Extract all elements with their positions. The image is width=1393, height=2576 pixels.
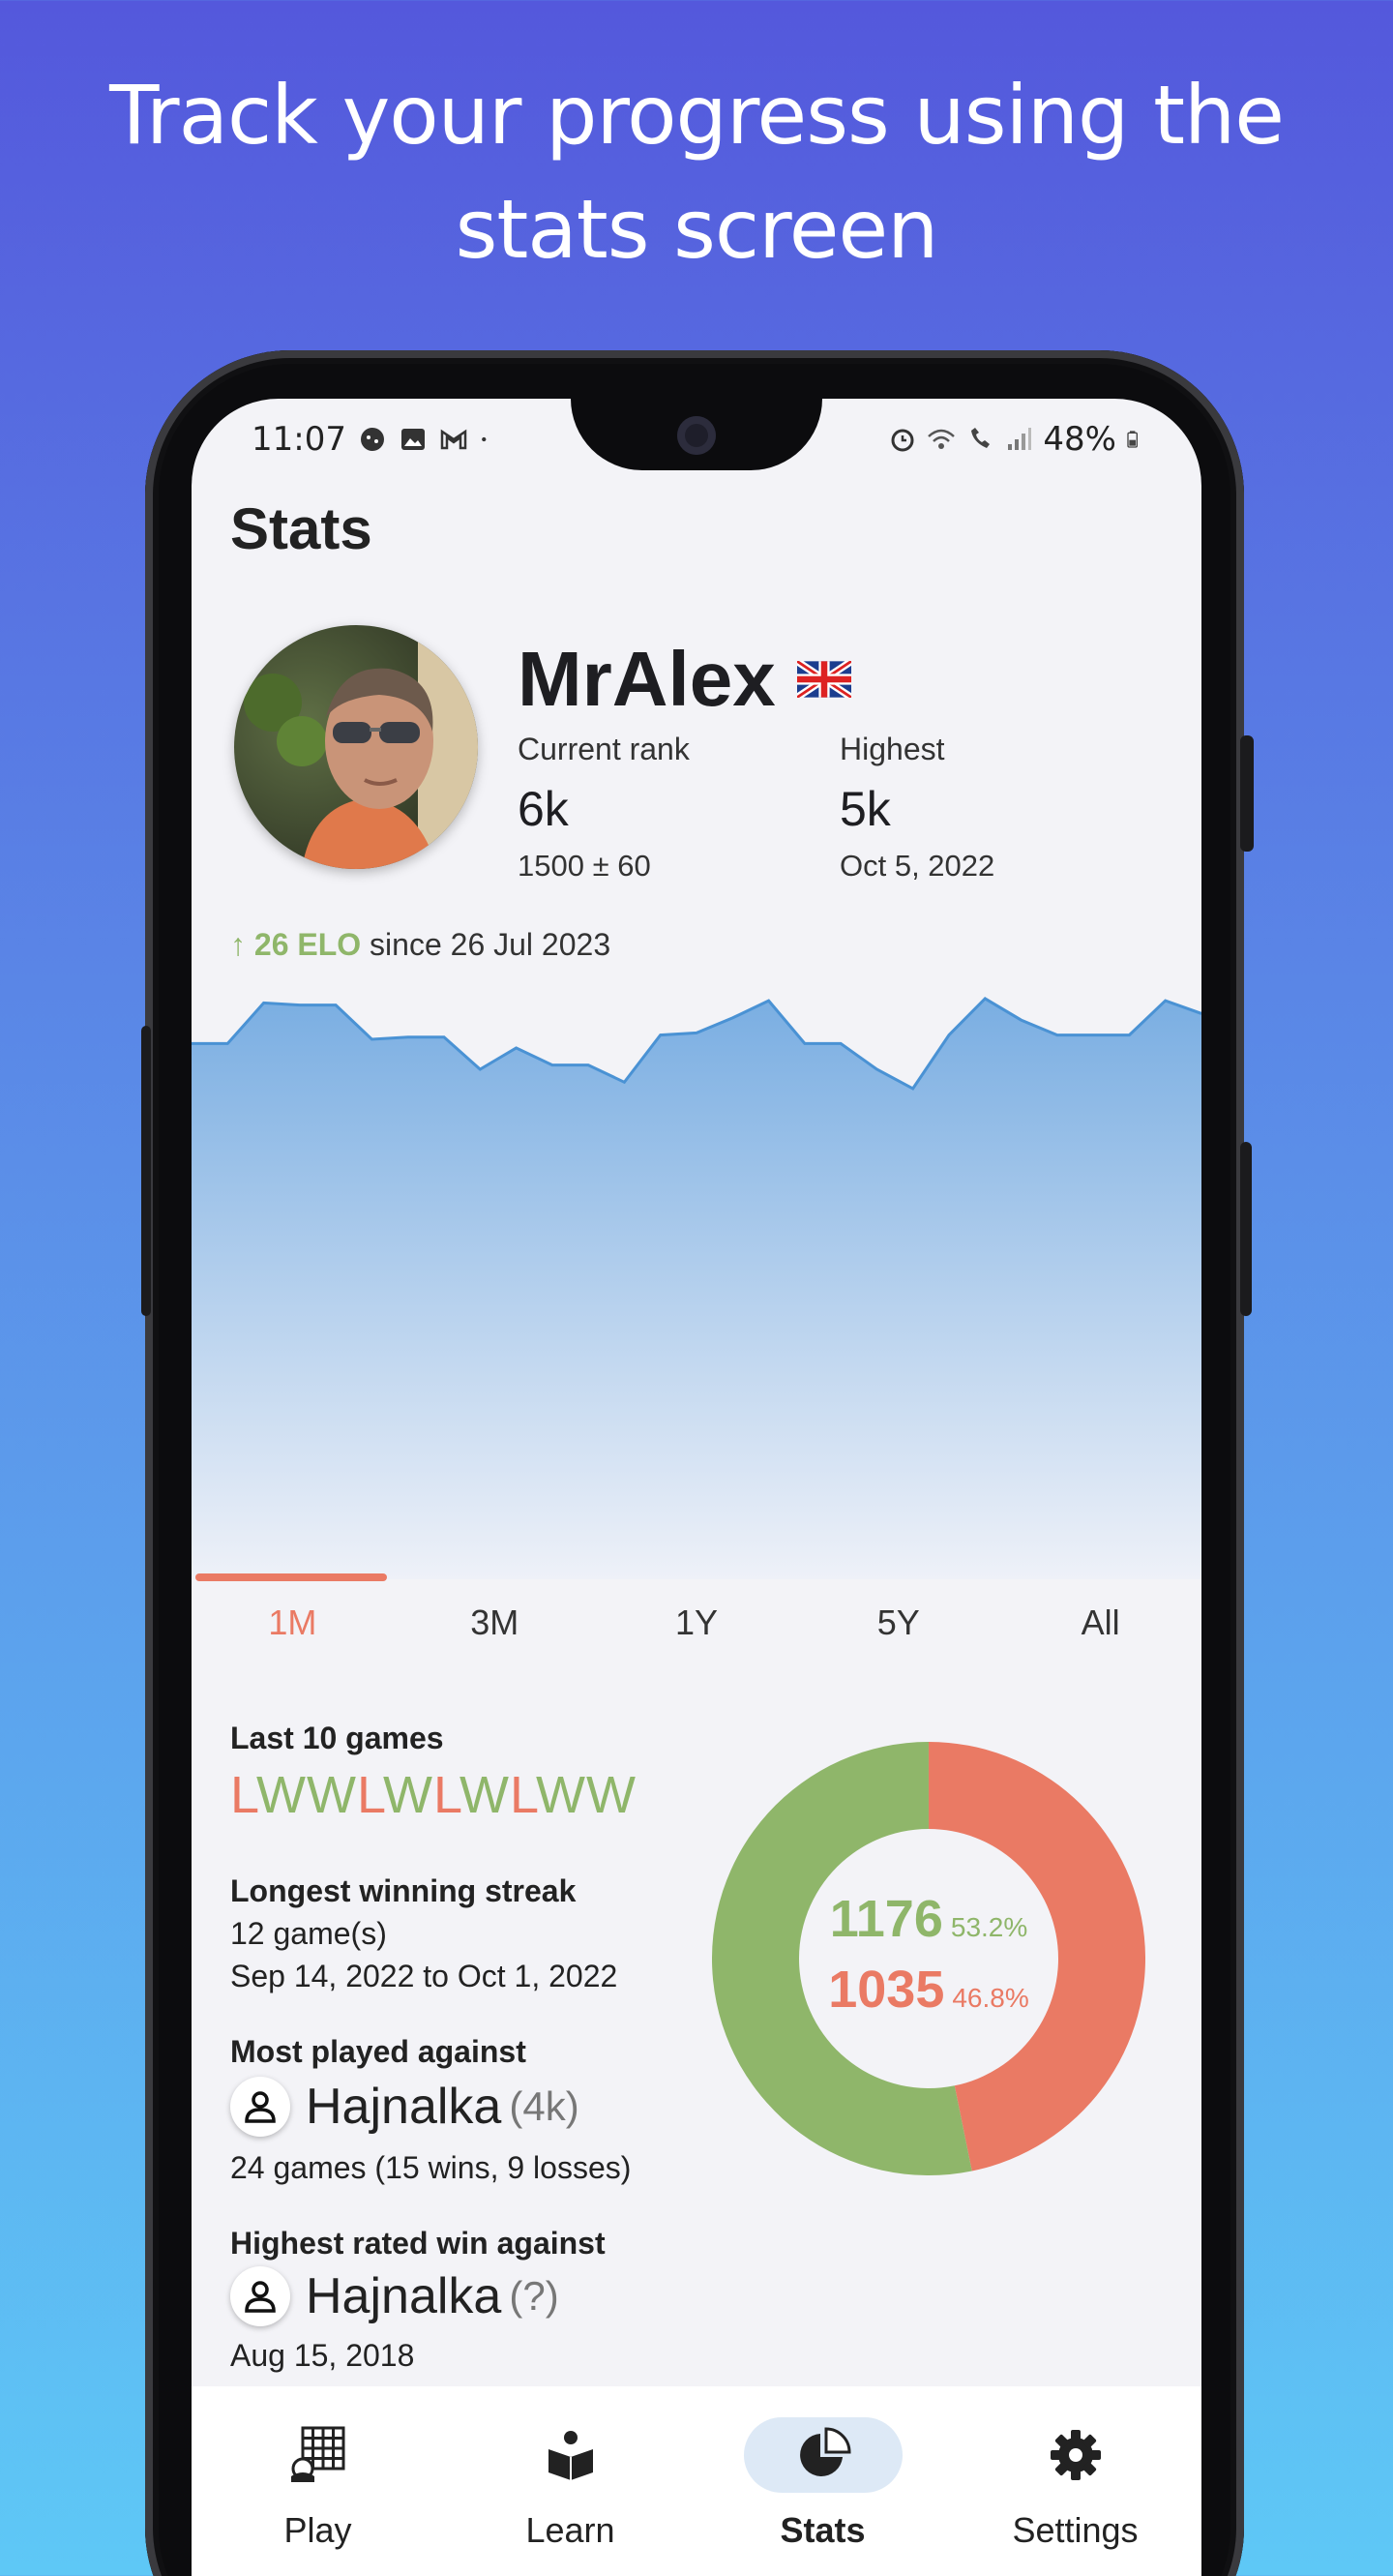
pie-chart-icon <box>743 2417 903 2493</box>
wifi-icon <box>928 429 956 449</box>
person-icon <box>230 2266 290 2326</box>
person-icon <box>230 2077 290 2137</box>
last-games-results: LWWLWLWLWW <box>230 1765 637 1825</box>
game-icon <box>360 428 384 451</box>
game-result-1: W <box>256 1766 307 1824</box>
losses-count: 1035 <box>828 1961 945 2019</box>
nav-stats[interactable]: Stats <box>696 2386 949 2576</box>
wins-count: 1176 <box>829 1890 943 1948</box>
most-played-rank: (4k) <box>509 2083 579 2129</box>
nav-stats-label: Stats <box>780 2510 866 2550</box>
uk-flag-icon <box>796 661 851 698</box>
battery-percent: 48% <box>1043 420 1116 459</box>
wifi-call-icon <box>971 428 991 448</box>
range-tabs: 1M 3M 1Y 5Y All <box>192 1603 1201 1643</box>
most-played-detail: 24 games (15 wins, 9 losses) <box>230 2150 632 2185</box>
highest-rank-value: 5k <box>840 782 891 836</box>
headline: Track your progress using the stats scre… <box>0 58 1393 286</box>
elo-arrow-icon: ↑ <box>230 927 246 962</box>
current-rank-block: Current rank 6k 1500 ± 60 <box>518 732 690 884</box>
highest-win-rank: (?) <box>509 2273 559 2319</box>
username: MrAlex <box>518 635 851 724</box>
highest-rank-label: Highest <box>840 732 945 766</box>
highest-rank-date: Oct 5, 2022 <box>840 849 995 883</box>
highest-win-label: Highest rated win against <box>230 2226 606 2261</box>
game-result-6: W <box>459 1766 510 1824</box>
game-result-9: W <box>585 1766 637 1824</box>
game-result-2: W <box>307 1766 357 1824</box>
win-loss-totals: 1176 53.2% 1035 46.8% <box>710 1740 1147 2177</box>
game-result-5: L <box>432 1766 459 1824</box>
highest-win-name: Hajnalka <box>306 2268 502 2324</box>
game-result-3: L <box>356 1766 383 1824</box>
phone-volume-button <box>1240 735 1254 852</box>
elo-gain: 26 ELO <box>253 927 362 962</box>
board-icon <box>239 2417 398 2493</box>
status-time: 11:07 <box>252 420 346 459</box>
tab-5y[interactable]: 5Y <box>797 1603 999 1643</box>
highest-win-date: Aug 15, 2018 <box>230 2338 415 2373</box>
current-rating: 1500 ± 60 <box>518 849 651 883</box>
nav-learn-label: Learn <box>525 2510 615 2550</box>
elo-since: since 26 Jul 2023 <box>370 927 611 962</box>
headline-line-1: Track your progress using the <box>109 68 1285 163</box>
phone-side-button <box>141 1026 151 1316</box>
game-result-0: L <box>230 1766 257 1824</box>
gmail-icon <box>440 429 467 450</box>
highest-rank-block: Highest 5k Oct 5, 2022 <box>840 732 994 884</box>
chart-area <box>192 998 1201 1579</box>
page-title: Stats <box>230 496 372 561</box>
signal-icon <box>1008 428 1032 450</box>
nav-play[interactable]: Play <box>192 2386 444 2576</box>
rating-history-chart[interactable] <box>192 979 1201 1579</box>
elo-change: ↑ 26 ELO since 26 Jul 2023 <box>230 927 610 963</box>
losses-percent: 46.8% <box>952 1983 1029 2013</box>
tab-1m[interactable]: 1M <box>192 1603 394 1643</box>
battery-icon <box>1127 431 1138 448</box>
game-result-8: W <box>536 1766 586 1824</box>
app-screen: 11:07 48% Stats MrAlex Current rank 6k 1… <box>192 399 1201 2576</box>
highest-win-player[interactable]: Hajnalka (?) <box>230 2266 559 2326</box>
current-rank-value: 6k <box>518 782 569 836</box>
phone-power-button <box>1240 1142 1252 1316</box>
tab-all[interactable]: All <box>999 1603 1201 1643</box>
nav-learn[interactable]: Learn <box>444 2386 696 2576</box>
most-played-player[interactable]: Hajnalka (4k) <box>230 2077 579 2137</box>
bottom-navigation: Play Learn Stats Settings <box>192 2386 1201 2576</box>
nav-settings[interactable]: Settings <box>949 2386 1201 2576</box>
avatar[interactable] <box>234 625 478 869</box>
username-text: MrAlex <box>518 636 776 722</box>
front-camera <box>677 416 716 455</box>
current-rank-label: Current rank <box>518 732 690 766</box>
book-icon <box>491 2417 650 2493</box>
most-played-label: Most played against <box>230 2034 526 2069</box>
streak-label: Longest winning streak <box>230 1873 577 1908</box>
last-games-label: Last 10 games <box>230 1721 444 1755</box>
headline-line-2: stats screen <box>455 182 939 277</box>
range-tab-indicator <box>195 1573 387 1581</box>
nav-play-label: Play <box>283 2510 352 2550</box>
phone-notch <box>571 399 822 470</box>
tab-1y[interactable]: 1Y <box>596 1603 798 1643</box>
game-result-7: L <box>509 1766 536 1824</box>
streak-range: Sep 14, 2022 to Oct 1, 2022 <box>230 1959 618 1993</box>
gear-icon <box>996 2417 1155 2493</box>
dot-icon <box>482 436 487 442</box>
alarm-icon <box>891 429 914 452</box>
nav-settings-label: Settings <box>1012 2510 1139 2550</box>
image-icon <box>400 429 425 450</box>
avatar-photo <box>234 625 478 869</box>
tab-3m[interactable]: 3M <box>394 1603 596 1643</box>
streak-games: 12 game(s) <box>230 1916 387 1951</box>
wins-percent: 53.2% <box>950 1912 1028 1942</box>
game-result-4: W <box>383 1766 433 1824</box>
most-played-name: Hajnalka <box>306 2079 502 2135</box>
